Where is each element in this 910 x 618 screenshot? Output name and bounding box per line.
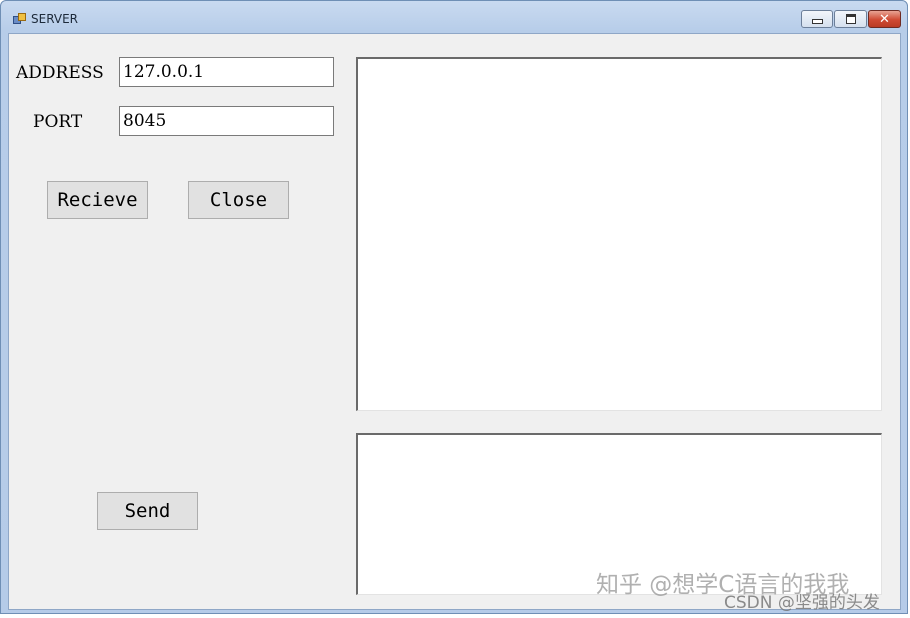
window-app-icon (13, 13, 26, 24)
address-input[interactable] (119, 57, 334, 87)
receive-button[interactable]: Recieve (47, 181, 148, 219)
server-window: SERVER ✕ ADDRESS PORT Recieve Close Send (0, 0, 908, 614)
csdn-watermark: CSDN @坚强的头发 (724, 593, 880, 613)
address-label: ADDRESS (16, 63, 104, 83)
form-client-area: ADDRESS PORT Recieve Close Send (8, 33, 901, 610)
minimize-button[interactable] (801, 10, 833, 28)
send-button[interactable]: Send (97, 492, 198, 530)
window-title: SERVER (31, 12, 79, 26)
close-icon: ✕ (879, 11, 890, 27)
minimize-icon (811, 19, 823, 24)
receive-log-textbox[interactable] (356, 57, 882, 411)
close-window-button[interactable]: ✕ (868, 10, 901, 28)
close-button[interactable]: Close (188, 181, 289, 219)
title-bar[interactable]: SERVER ✕ (1, 1, 907, 33)
port-input[interactable] (119, 106, 334, 136)
maximize-button[interactable] (834, 10, 867, 28)
maximize-icon (845, 14, 856, 24)
port-label: PORT (33, 112, 83, 132)
